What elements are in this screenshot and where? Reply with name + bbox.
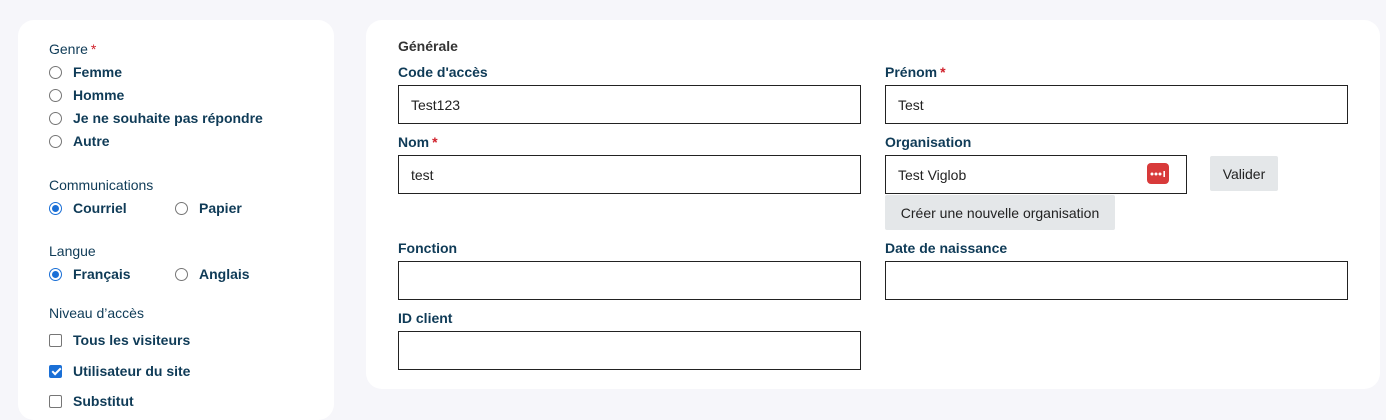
language-option-anglais[interactable]: Anglais bbox=[175, 266, 250, 282]
general-info-panel: Générale Code d'accès Prénom* Nom* Organ… bbox=[366, 20, 1380, 389]
section-title: Générale bbox=[398, 38, 458, 54]
access-option-all-visitors[interactable]: Tous les visiteurs bbox=[49, 332, 190, 348]
birth-date-label: Date de naissance bbox=[885, 240, 1008, 256]
access-checkbox-substitute[interactable] bbox=[49, 394, 62, 408]
communications-title: Communications bbox=[49, 177, 154, 193]
client-id-label: ID client bbox=[398, 310, 453, 326]
first-name-label: Prénom * bbox=[885, 64, 946, 80]
gender-option-autre[interactable]: Autre bbox=[49, 133, 110, 149]
access-code-label: Code d'accès bbox=[398, 64, 488, 80]
gender-option-femme[interactable]: Femme bbox=[49, 64, 122, 80]
client-id-input[interactable] bbox=[398, 331, 861, 370]
language-option-francais[interactable]: Français bbox=[49, 266, 131, 282]
access-code-input[interactable] bbox=[398, 85, 861, 124]
language-title: Langue bbox=[49, 243, 96, 259]
gender-option-no-answer[interactable]: Je ne souhaite pas répondre bbox=[49, 110, 263, 126]
birth-date-input[interactable] bbox=[885, 261, 1348, 300]
first-name-input[interactable] bbox=[885, 85, 1348, 124]
gender-radio-autre[interactable] bbox=[49, 134, 62, 148]
access-checkbox-site-user[interactable] bbox=[49, 364, 62, 378]
access-checkbox-all-visitors[interactable] bbox=[49, 333, 62, 347]
access-level-title: Niveau d’accès bbox=[49, 305, 144, 321]
required-marker: * bbox=[90, 41, 97, 57]
organisation-label: Organisation bbox=[885, 134, 972, 150]
access-option-substitute[interactable]: Substitut bbox=[49, 393, 134, 409]
gender-radio-femme[interactable] bbox=[49, 65, 62, 79]
gender-title: Genre * bbox=[49, 41, 97, 57]
password-manager-icon[interactable] bbox=[1147, 163, 1169, 184]
organisation-input[interactable] bbox=[885, 155, 1187, 194]
gender-radio-no-answer[interactable] bbox=[49, 111, 62, 125]
validate-button[interactable]: Valider bbox=[1210, 156, 1278, 191]
last-name-label: Nom * bbox=[398, 134, 438, 150]
required-marker: * bbox=[432, 134, 438, 150]
profile-options-panel: Genre * Femme Homme Je ne souhaite pas ré… bbox=[18, 20, 334, 420]
create-organisation-button[interactable]: Créer une nouvelle organisation bbox=[885, 195, 1115, 230]
organisation-field bbox=[885, 155, 1187, 194]
gender-radio-homme[interactable] bbox=[49, 88, 62, 102]
access-option-site-user[interactable]: Utilisateur du site bbox=[49, 363, 190, 379]
function-input[interactable] bbox=[398, 261, 861, 300]
communications-radio-courriel[interactable] bbox=[49, 201, 62, 215]
function-label: Fonction bbox=[398, 240, 458, 256]
gender-option-homme[interactable]: Homme bbox=[49, 87, 124, 103]
language-radio-francais[interactable] bbox=[49, 267, 62, 281]
required-marker: * bbox=[940, 64, 946, 80]
communications-radio-papier[interactable] bbox=[175, 201, 188, 215]
last-name-input[interactable] bbox=[398, 155, 861, 194]
language-radio-anglais[interactable] bbox=[175, 267, 188, 281]
communications-option-courriel[interactable]: Courriel bbox=[49, 200, 127, 216]
communications-option-papier[interactable]: Papier bbox=[175, 200, 242, 216]
